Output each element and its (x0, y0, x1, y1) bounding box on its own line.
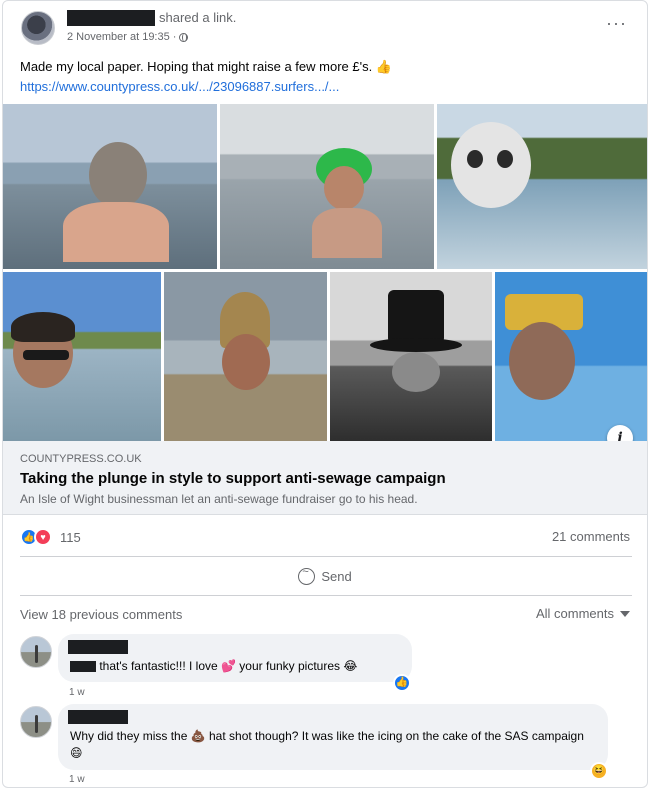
laughing-emoji: 😂 (343, 659, 358, 673)
love-reaction-icon: ♥ (34, 528, 52, 546)
send-button[interactable]: Send (3, 561, 647, 591)
reaction-summary[interactable]: 👍 ♥ 115 (20, 528, 81, 546)
photo-sunglasses[interactable] (3, 272, 161, 441)
divider (20, 595, 632, 596)
globe-icon (179, 32, 189, 42)
more-options-button[interactable]: ··· (606, 13, 627, 34)
smile-emoji: 😄 (70, 746, 83, 760)
comment-count[interactable]: 21 comments (552, 529, 630, 544)
post-card: shared a link. 2 November at 19:35 · ···… (2, 0, 648, 788)
photo-panda-mask[interactable] (437, 104, 647, 269)
comment-bubble: Why did they miss the 💩 hat shot though?… (58, 704, 608, 770)
photo-green-wig[interactable] (220, 104, 434, 269)
preview-subtitle: An Isle of Wight businessman let an anti… (20, 492, 418, 506)
comment-filter-label: All comments (535, 606, 614, 621)
comment-text: that's fantastic!!! I love 💕 your funky … (70, 658, 400, 675)
link-preview[interactable]: COUNTYPRESS.CO.UK Taking the plunge in s… (3, 441, 647, 515)
comment-filter-dropdown[interactable]: All comments (536, 606, 630, 621)
author-avatar[interactable] (21, 11, 55, 45)
reaction-count[interactable]: 115 (60, 530, 81, 545)
photo-gnome-hat[interactable] (164, 272, 327, 441)
commenter-avatar[interactable] (20, 636, 52, 668)
divider (20, 556, 632, 557)
comment-haha-reaction-icon[interactable]: 😆 (590, 762, 608, 780)
comment-time[interactable]: 1 w (69, 687, 85, 698)
preview-title[interactable]: Taking the plunge in style to support an… (20, 470, 446, 487)
shared-link-label: shared a link. (159, 10, 237, 25)
info-icon[interactable]: i (607, 425, 633, 441)
send-label: Send (321, 568, 352, 584)
commenter-avatar[interactable] (20, 706, 52, 738)
author-name-redacted[interactable] (67, 10, 155, 26)
comment-like-reaction-icon[interactable]: 👍 (393, 674, 411, 692)
comment-text: Why did they miss the 💩 hat shot though?… (70, 729, 584, 760)
view-previous-comments[interactable]: View 18 previous comments (20, 607, 182, 622)
post-header: shared a link. 2 November at 19:35 · ··· (3, 1, 647, 53)
post-text: Made my local paper. Hoping that might r… (20, 59, 393, 74)
commenter-name-redacted[interactable] (68, 640, 128, 654)
hearts-emoji: 💕 (221, 659, 236, 673)
photo-wolf-mask[interactable] (3, 104, 217, 269)
commenter-name-redacted[interactable] (68, 710, 128, 724)
post-meta: 2 November at 19:35 · (67, 31, 189, 43)
photo-grid[interactable]: i (3, 104, 647, 441)
poop-emoji: 💩 (190, 729, 206, 743)
mention-redacted[interactable] (70, 661, 96, 673)
photo-top-hat[interactable] (330, 272, 492, 441)
messenger-icon (298, 566, 316, 585)
photo-crown[interactable]: i (495, 272, 647, 441)
preview-domain: COUNTYPRESS.CO.UK (20, 453, 142, 465)
comment-time[interactable]: 1 w (69, 774, 85, 785)
post-link[interactable]: https://www.countypress.co.uk/.../230968… (20, 79, 339, 94)
comment-bubble: that's fantastic!!! I love 💕 your funky … (58, 634, 412, 682)
caret-down-icon (620, 610, 630, 617)
post-timestamp[interactable]: 2 November at 19:35 · (67, 31, 176, 43)
